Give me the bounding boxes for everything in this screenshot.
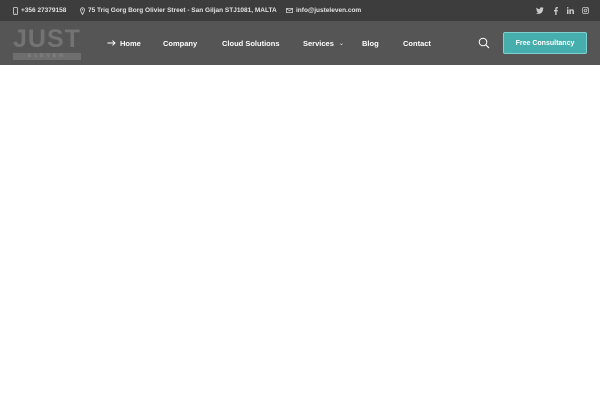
search-icon[interactable] — [478, 36, 490, 49]
free-consultancy-button[interactable]: Free Consultancy — [503, 32, 587, 54]
phone-number: +356 27379158 — [21, 7, 67, 14]
logo-wordmark: JUST — [13, 25, 81, 53]
email-address: info@justeleven.com — [296, 7, 362, 14]
nav-item-home[interactable]: Home — [107, 21, 141, 65]
nav-item-label: Company — [163, 38, 198, 48]
page-content-area — [0, 65, 600, 400]
nav-item-company[interactable]: Company — [163, 21, 197, 65]
main-navbar: JUST ELEVEN Home Company Cloud Solutions… — [0, 21, 600, 65]
nav-item-contact[interactable]: Contact — [403, 21, 431, 65]
nav-item-blog[interactable]: Blog — [362, 21, 379, 65]
instagram-icon[interactable] — [581, 6, 590, 15]
chevron-down-icon: ⌄ — [338, 40, 344, 47]
phone-contact[interactable]: +356 27379158 — [13, 0, 66, 21]
nav-item-label: Services — [303, 38, 334, 48]
nav-item-label: Blog — [362, 38, 379, 48]
nav-item-label: Contact — [403, 38, 431, 48]
email-contact[interactable]: info@justeleven.com — [286, 0, 361, 21]
nav-item-label: Home — [120, 38, 141, 48]
nav-item-label: Cloud Solutions — [222, 38, 280, 48]
nav-item-services[interactable]: Services ⌄ — [303, 21, 344, 65]
cta-label: Free Consultancy — [515, 39, 575, 47]
phone-icon — [13, 6, 18, 15]
nav-item-cloud-solutions[interactable]: Cloud Solutions — [222, 21, 280, 65]
address-contact: 75 Triq Gorg Borg Olivier Street - San G… — [80, 0, 277, 21]
linkedin-icon[interactable] — [566, 6, 575, 15]
logo-subtext: ELEVEN — [13, 53, 81, 60]
envelope-icon — [286, 8, 293, 13]
location-pin-icon — [80, 6, 85, 15]
arrow-right-icon — [107, 39, 116, 48]
facebook-icon[interactable] — [551, 6, 560, 15]
twitter-icon[interactable] — [535, 6, 544, 15]
address-text: 75 Triq Gorg Borg Olivier Street - San G… — [88, 7, 277, 14]
top-info-bar: +356 27379158 75 Triq Gorg Borg Olivier … — [0, 0, 600, 21]
site-logo[interactable]: JUST ELEVEN — [13, 25, 85, 61]
